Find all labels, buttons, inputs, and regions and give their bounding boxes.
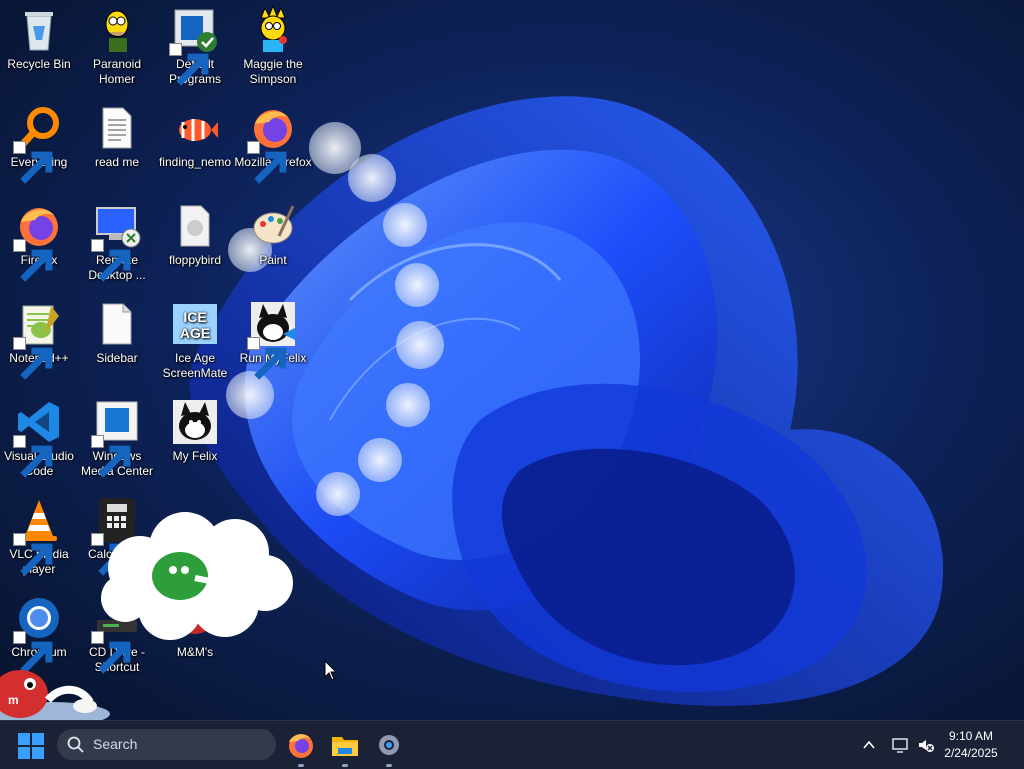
red-mms-mascot[interactable]: m [0,656,110,720]
ice-age-icon: ICE AGE [171,300,219,348]
homer-simpson-icon [93,6,141,54]
shortcut-arrow-icon [169,43,209,86]
remote-desktop-icon [91,202,141,282]
felix-cat-icon [171,398,219,446]
generic-file-icon [171,202,219,250]
media-center-icon [91,398,141,478]
vscode-icon [13,398,63,478]
svg-text:ICE: ICE [183,309,206,325]
taskbar-search-box[interactable]: Search [57,729,276,760]
desktop-icon-label: floppybird [168,253,222,267]
shortcut-arrow-icon [13,435,53,478]
shortcut-arrow-icon [91,435,131,478]
firefox-icon [13,202,63,282]
taskbar-clock[interactable]: 9:10 AM 2/24/2025 [936,728,1006,762]
desktop-icon-default-programs[interactable]: Default Programs [156,0,234,87]
running-indicator [386,764,392,767]
running-indicator [298,764,304,767]
volume-muted-icon[interactable] [917,736,935,754]
desktop-icon-remote-desktop[interactable]: Remote Desktop ... [78,196,156,283]
desktop-icon-read-me[interactable]: read me [78,98,156,170]
desktop-icon-my-felix[interactable]: My Felix [156,392,234,464]
windows-logo-icon [18,733,44,759]
shortcut-arrow-icon [91,239,131,282]
desktop-icon-recycle-bin[interactable]: Recycle Bin [0,0,78,72]
show-hidden-icons-chevron-up-icon[interactable] [860,736,878,754]
desktop-icon-paranoid-homer[interactable]: Paranoid Homer [78,0,156,87]
desktop-icon-paint[interactable]: Paint [234,196,312,268]
desktop-icon-label: Paranoid Homer [92,57,142,86]
taskbar-file-explorer[interactable] [330,730,360,767]
clownfish-icon [171,104,219,152]
shortcut-arrow-icon [13,337,53,380]
desktop-icon-mozilla-firefox[interactable]: Mozilla Firefox [234,98,312,184]
desktop-icon-ice-age-screenmate[interactable]: ICE AGE Ice Age ScreenMate [156,294,234,381]
shortcut-arrow-icon [13,141,53,184]
desktop-icon-chromium[interactable]: Chromium [0,588,78,674]
shortcut-arrow-icon [247,141,287,184]
clock-time: 9:10 AM [948,729,994,743]
shortcut-arrow-icon [13,631,53,674]
desktop-icon-everything[interactable]: Everything [0,98,78,184]
desktop-icon-label: Ice Age ScreenMate [162,351,228,380]
desktop-icon-run-myfelix[interactable]: Run MyFelix [234,294,312,380]
magnifier-icon [13,104,63,184]
shortcut-arrow-icon [13,239,53,282]
green-mms-cloud-mascot[interactable] [95,508,295,643]
svg-text:m: m [8,693,19,707]
felix-cat-icon [247,300,297,380]
mouse-cursor-icon [324,660,338,681]
desktop-icon-label: My Felix [172,449,218,463]
desktop-icon-label: finding_nemo [158,155,232,169]
desktop-icon-notepad-plus-plus[interactable]: Notepad++ [0,294,78,380]
desktop-icon-floppybird[interactable]: floppybird [156,196,234,268]
recycle-bin-icon [15,6,63,54]
search-icon [67,736,84,753]
firefox-icon [247,104,297,184]
desktop-icon-label: Maggie the Simpson [243,57,303,86]
firefox-icon [289,734,313,758]
taskbar-settings[interactable] [374,730,404,767]
desktop-icon-label: read me [94,155,140,169]
desktop-icon-firefox[interactable]: Firefox [0,196,78,282]
desktop-icon-vscode[interactable]: Visual Studio Code [0,392,78,479]
desktop-icon-vlc[interactable]: VLC media player [0,490,78,577]
blank-document-icon [93,300,141,348]
svg-text:AGE: AGE [180,325,210,341]
notepad-plus-plus-icon [13,300,63,380]
desktop-icon-label: Paint [259,253,287,267]
shortcut-arrow-icon [247,337,287,380]
desktop-icon-maggie-simpson[interactable]: Maggie the Simpson [234,0,312,87]
taskbar-firefox[interactable] [286,730,316,767]
text-document-icon [93,104,141,152]
desktop-icon-sidebar[interactable]: Sidebar [78,294,156,366]
running-indicator [342,764,348,767]
vlc-cone-icon [13,496,63,576]
taskbar: Search 9:10 AM 2/24/2025 [0,720,1024,769]
maggie-simpson-icon [249,6,297,54]
network-icon[interactable] [891,736,909,754]
desktop-icon-label: M&M's [176,645,214,659]
desktop-icon-windows-media-center[interactable]: Windows Media Center [78,392,156,479]
paint-palette-icon [249,202,297,250]
desktop-icon-label: Recycle Bin [7,57,71,71]
settings-icon [379,735,399,755]
desktop-icon-label: Sidebar [96,351,138,365]
file-explorer-icon [332,737,358,756]
clock-date: 2/24/2025 [944,746,998,760]
desktop-icon-finding-nemo[interactable]: finding_nemo [156,98,234,170]
shortcut-arrow-icon [13,533,53,576]
start-button[interactable] [18,733,44,759]
chromium-icon [13,594,63,674]
search-placeholder: Search [93,736,138,752]
default-programs-icon [169,6,219,86]
